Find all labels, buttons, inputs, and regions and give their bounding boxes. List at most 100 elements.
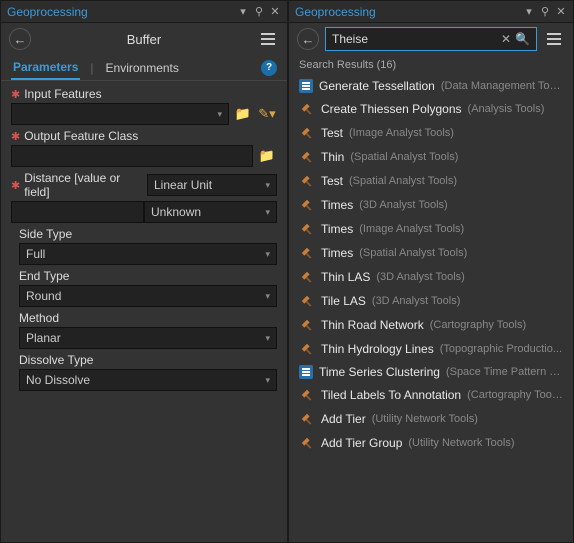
result-item[interactable]: Test (Spatial Analyst Tools)	[289, 169, 573, 193]
result-item[interactable]: Time Series Clustering (Space Time Patter…	[289, 361, 573, 383]
parameters-form: ✱Input Features 📁 ✎▾ ✱Output Feature Cla…	[1, 81, 287, 401]
result-item[interactable]: Thin Hydrology Lines (Topographic Product…	[289, 337, 573, 361]
result-category: (Topographic Productio...	[440, 343, 562, 355]
hammer-icon	[299, 125, 315, 141]
result-item[interactable]: Add Tier Group(Utility Network Tools)	[289, 431, 573, 455]
buffer-pane: Geoprocessing ▾ ⚲ ✕ ← Buffer Parameters …	[0, 0, 288, 543]
result-category: (Cartography Tools)	[467, 389, 563, 401]
required-icon: ✱	[11, 130, 20, 143]
panel-title: Geoprocessing	[293, 5, 521, 19]
result-category: (Space Time Pattern Mini...	[446, 366, 563, 378]
browse-icon[interactable]: 📁	[257, 146, 277, 166]
hammer-icon	[299, 101, 315, 117]
field-input-features: ✱ Input Features 📁 ✎▾	[11, 87, 277, 125]
search-row: ← ✕ 🔍	[289, 23, 573, 55]
tab-environments[interactable]: Environments	[104, 57, 181, 79]
search-pane: Geoprocessing ▾ ⚲ ✕ ← ✕ 🔍 Search Results…	[288, 0, 574, 543]
hammer-icon	[299, 149, 315, 165]
result-category: (Utility Network Tools)	[408, 437, 514, 449]
result-name: Tile LAS	[321, 294, 366, 308]
label: Side Type	[19, 227, 277, 241]
result-item[interactable]: Thin LAS(3D Analyst Tools)	[289, 265, 573, 289]
required-icon: ✱	[11, 88, 20, 101]
pin-icon[interactable]: ⚲	[251, 4, 267, 20]
close-icon[interactable]: ✕	[553, 4, 569, 20]
input-features-combo[interactable]	[11, 103, 229, 125]
label: End Type	[19, 269, 277, 283]
clear-icon[interactable]: ✕	[501, 32, 511, 46]
result-item[interactable]: Times(3D Analyst Tools)	[289, 193, 573, 217]
hammer-icon	[299, 173, 315, 189]
result-name: Thin Road Network	[321, 318, 424, 332]
required-icon: ✱	[11, 179, 20, 192]
title-bar-right: Geoprocessing ▾ ⚲ ✕	[289, 1, 573, 23]
result-name: Test	[321, 126, 343, 140]
result-category: (Image Analyst Tools)	[359, 223, 464, 235]
result-category: (3D Analyst Tools)	[359, 199, 447, 211]
result-item[interactable]: Thin(Spatial Analyst Tools)	[289, 145, 573, 169]
result-item[interactable]: Times (Image Analyst Tools)	[289, 217, 573, 241]
field-method: Method Planar	[19, 311, 277, 349]
field-side-type: Side Type Full	[19, 227, 277, 265]
tool-title: Buffer	[31, 32, 257, 47]
dissolve-type-combo[interactable]: No Dissolve	[19, 369, 277, 391]
side-type-combo[interactable]: Full	[19, 243, 277, 265]
distance-mode-combo[interactable]: Linear Unit	[147, 174, 277, 196]
tab-parameters[interactable]: Parameters	[11, 56, 80, 80]
field-end-type: End Type Round	[19, 269, 277, 307]
results-header: Search Results (16)	[289, 55, 573, 75]
result-name: Add Tier	[321, 412, 366, 426]
result-item[interactable]: Tiled Labels To Annotation(Cartography T…	[289, 383, 573, 407]
result-category: (Spatial Analyst Tools)	[349, 175, 457, 187]
dropdown-icon[interactable]: ▾	[235, 4, 251, 20]
label: Input Features	[24, 87, 101, 101]
result-item[interactable]: Times(Spatial Analyst Tools)	[289, 241, 573, 265]
result-name: Thin Hydrology Lines	[321, 342, 434, 356]
result-name: Times	[321, 222, 353, 236]
title-bar-left: Geoprocessing ▾ ⚲ ✕	[1, 1, 287, 23]
pin-icon[interactable]: ⚲	[537, 4, 553, 20]
result-item[interactable]: Add Tier(Utility Network Tools)	[289, 407, 573, 431]
result-item[interactable]: Tile LAS(3D Analyst Tools)	[289, 289, 573, 313]
browse-icon[interactable]: 📁	[233, 104, 253, 124]
panel-title: Geoprocessing	[5, 5, 235, 19]
search-input[interactable]	[332, 32, 501, 46]
result-category: (Image Analyst Tools)	[349, 127, 454, 139]
hammer-icon	[299, 269, 315, 285]
result-category: (Cartography Tools)	[430, 319, 526, 331]
hammer-icon	[299, 293, 315, 309]
search-box[interactable]: ✕ 🔍	[325, 27, 537, 51]
tool-header: ← Buffer	[1, 23, 287, 55]
field-distance: ✱ Distance [value or field] Linear Unit …	[11, 171, 277, 223]
method-combo[interactable]: Planar	[19, 327, 277, 349]
result-name: Test	[321, 174, 343, 188]
edit-icon[interactable]: ✎▾	[257, 104, 277, 124]
distance-unit-combo[interactable]: Unknown	[144, 201, 277, 223]
back-button[interactable]: ←	[9, 28, 31, 50]
result-item[interactable]: Create Thiessen Polygons (Analysis Tools)	[289, 97, 573, 121]
back-button[interactable]: ←	[297, 28, 319, 50]
output-fc-input[interactable]	[11, 145, 253, 167]
result-category: (3D Analyst Tools)	[376, 271, 464, 283]
result-category: (Data Management Tools)	[441, 80, 563, 92]
label: Dissolve Type	[19, 353, 277, 367]
hammer-icon	[299, 221, 315, 237]
menu-button[interactable]	[543, 28, 565, 50]
help-icon[interactable]: ?	[261, 60, 277, 76]
result-name: Generate Tessellation	[319, 79, 435, 93]
result-category: (Analysis Tools)	[468, 103, 545, 115]
result-item[interactable]: Test (Image Analyst Tools)	[289, 121, 573, 145]
dropdown-icon[interactable]: ▾	[521, 4, 537, 20]
end-type-combo[interactable]: Round	[19, 285, 277, 307]
result-item[interactable]: Generate Tessellation (Data Management To…	[289, 75, 573, 97]
label: Distance [value or field]	[24, 171, 147, 199]
close-icon[interactable]: ✕	[267, 4, 283, 20]
result-name: Times	[321, 246, 353, 260]
distance-value-input[interactable]	[11, 201, 144, 223]
search-icon[interactable]: 🔍	[515, 32, 530, 46]
result-name: Create Thiessen Polygons	[321, 102, 462, 116]
result-item[interactable]: Thin Road Network (Cartography Tools)	[289, 313, 573, 337]
hammer-icon	[299, 245, 315, 261]
menu-button[interactable]	[257, 28, 279, 50]
result-name: Time Series Clustering	[319, 365, 440, 379]
